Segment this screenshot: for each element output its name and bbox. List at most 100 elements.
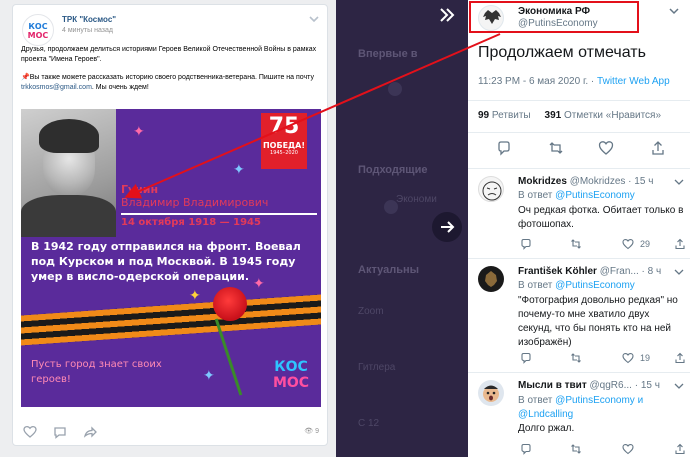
arrow-right-icon bbox=[441, 221, 455, 233]
share-icon[interactable] bbox=[83, 425, 97, 439]
chevron-down-icon[interactable] bbox=[307, 13, 321, 25]
avatar[interactable] bbox=[478, 266, 504, 292]
double-chevron-right-icon[interactable] bbox=[436, 4, 458, 26]
reply-handle[interactable]: @qgR6... bbox=[590, 380, 632, 391]
retweet-icon[interactable] bbox=[570, 443, 582, 455]
tweet-time[interactable]: 11:23 PM - 6 мая 2020 г. bbox=[478, 76, 588, 87]
likes-label[interactable]: Отметки «Нравится» bbox=[564, 110, 661, 121]
bg-avatar bbox=[388, 82, 402, 96]
reply-age: 15 ч bbox=[634, 176, 654, 187]
hero-given-names: Владимир Владимирович bbox=[121, 196, 269, 209]
bg-text: Zoom bbox=[358, 306, 384, 317]
double-eagle-icon bbox=[483, 10, 501, 24]
email-link[interactable]: trkkosmos@gmail.com bbox=[21, 84, 92, 91]
reply-tweet[interactable]: František Köhler @Fran... · 8 ч В ответ … bbox=[468, 266, 690, 372]
post-paragraph-2: 📌Вы также можете рассказать историю свое… bbox=[21, 73, 325, 93]
reply-handle[interactable]: @Mokridzes bbox=[570, 176, 626, 187]
reply-age: 15 ч bbox=[640, 380, 660, 391]
reply-actions bbox=[518, 443, 688, 457]
share-icon[interactable] bbox=[674, 443, 686, 455]
reply-actions: 29 bbox=[518, 238, 688, 252]
reply-name[interactable]: Мысли в твит bbox=[518, 380, 587, 391]
reply-icon[interactable] bbox=[520, 238, 532, 250]
next-arrow-button[interactable] bbox=[432, 212, 462, 242]
account-name[interactable]: Экономика РФ bbox=[518, 6, 590, 17]
community-avatar[interactable]: КОС МОС bbox=[22, 14, 54, 46]
star-decoration-icon: ✦ bbox=[203, 367, 215, 383]
post-author[interactable]: ТРК "Космос" bbox=[62, 15, 116, 24]
views-value: 9 bbox=[315, 428, 319, 435]
retweets-count[interactable]: 99 bbox=[478, 110, 489, 121]
star-decoration-icon: ✦ bbox=[189, 287, 201, 303]
reply-icon[interactable] bbox=[520, 443, 532, 455]
heart-icon[interactable] bbox=[622, 352, 634, 364]
dark-emblem-icon bbox=[485, 271, 497, 287]
poster-slogan: Пусть город знает своих героев! bbox=[31, 359, 162, 385]
tweet-meta: 11:23 PM - 6 мая 2020 г. · Twitter Web A… bbox=[478, 76, 670, 87]
hero-surname: Гунин bbox=[121, 183, 159, 196]
tweet-panel: Экономика РФ @PutinsEconomy Продолжаем о… bbox=[468, 0, 690, 457]
heart-icon[interactable] bbox=[23, 425, 37, 439]
reply-to: В ответ @PutinsEconomy bbox=[518, 280, 635, 291]
share-icon[interactable] bbox=[674, 238, 686, 250]
likes-count[interactable]: 391 bbox=[545, 110, 562, 121]
reply-tweet[interactable]: Mokridzes @Mokridzes · 15 ч В ответ @Put… bbox=[468, 176, 690, 258]
reply-tweet[interactable]: Мысли в твит @qgR6... · 15 ч В ответ @Pu… bbox=[468, 380, 690, 457]
avatar[interactable] bbox=[478, 380, 504, 406]
pin-icon: 📌 bbox=[21, 74, 30, 81]
reply-icon[interactable] bbox=[496, 140, 512, 156]
reply-to-mention[interactable]: @PutinsEconomy bbox=[555, 280, 635, 291]
bg-heading: Подходящие bbox=[358, 164, 428, 176]
bg-text: Экономи bbox=[396, 194, 437, 205]
post-image[interactable]: ✦ ✦ ✦ ✦ ✦ 75 ПОБЕДА! 1945–2020 Гунин Вла… bbox=[21, 109, 321, 407]
badge-years: 1945–2020 bbox=[270, 150, 298, 156]
heart-icon[interactable] bbox=[622, 443, 634, 455]
like-count: 29 bbox=[640, 239, 651, 249]
views-count: 👁 9 bbox=[304, 427, 319, 435]
tweet-stats: 99 Ретвиты 391 Отметки «Нравится» bbox=[478, 110, 661, 121]
share-icon[interactable] bbox=[650, 140, 666, 156]
reply-header: František Köhler @Fran... · 8 ч bbox=[518, 266, 662, 277]
divider bbox=[468, 372, 690, 373]
reply-handle[interactable]: @Fran... bbox=[600, 266, 639, 277]
chevron-down-icon[interactable] bbox=[674, 178, 684, 186]
reply-header: Mokridzes @Mokridzes · 15 ч bbox=[518, 176, 654, 187]
post-time[interactable]: 4 минуты назад bbox=[62, 27, 113, 34]
divider bbox=[468, 100, 690, 101]
reply-name[interactable]: František Köhler bbox=[518, 266, 597, 277]
account-handle[interactable]: @PutinsEconomy bbox=[518, 18, 598, 29]
reply-to: В ответ @PutinsEconomy bbox=[518, 190, 635, 201]
avatar-text-top: КОС bbox=[28, 22, 48, 31]
avatar-text-bottom: МОС bbox=[27, 31, 49, 40]
chevron-down-icon[interactable] bbox=[674, 382, 684, 390]
share-icon[interactable] bbox=[674, 352, 686, 364]
retweets-label[interactable]: Ретвиты bbox=[492, 110, 531, 121]
retweet-icon[interactable] bbox=[570, 238, 582, 250]
heart-icon[interactable] bbox=[598, 140, 614, 156]
victory-75-badge: 75 ПОБЕДА! 1945–2020 bbox=[261, 113, 307, 169]
bg-heading: Впервые в bbox=[358, 48, 418, 60]
badge-word: ПОБЕДА! bbox=[262, 141, 306, 150]
avatar[interactable] bbox=[478, 176, 504, 202]
chevron-down-icon[interactable] bbox=[674, 268, 684, 276]
tweet-actions bbox=[468, 140, 690, 162]
reply-to-mention[interactable]: @PutinsEconomy bbox=[555, 190, 635, 201]
reply-name[interactable]: Mokridzes bbox=[518, 176, 567, 187]
reply-header: Мысли в твит @qgR6... · 15 ч bbox=[518, 380, 660, 391]
name-underline bbox=[121, 213, 317, 215]
post-paragraph-2-text: Вы также можете рассказать историю своег… bbox=[29, 74, 314, 81]
tweet-source[interactable]: Twitter Web App bbox=[597, 76, 670, 87]
reply-icon[interactable] bbox=[520, 352, 532, 364]
tweet-text: Продолжаем отмечать bbox=[478, 44, 646, 61]
comment-icon[interactable] bbox=[53, 425, 67, 439]
portrait-photo bbox=[21, 109, 116, 237]
chevron-down-icon[interactable] bbox=[668, 6, 680, 16]
eagle-emblem-avatar[interactable] bbox=[478, 5, 504, 31]
reply-text: Долго ржал. bbox=[518, 423, 575, 434]
surprised-face-icon bbox=[483, 385, 499, 402]
heart-icon[interactable] bbox=[622, 238, 634, 250]
retweet-icon[interactable] bbox=[548, 140, 564, 156]
retweet-icon[interactable] bbox=[570, 352, 582, 364]
post-actions: 👁 9 bbox=[21, 421, 321, 441]
rage-face-icon bbox=[482, 181, 502, 201]
